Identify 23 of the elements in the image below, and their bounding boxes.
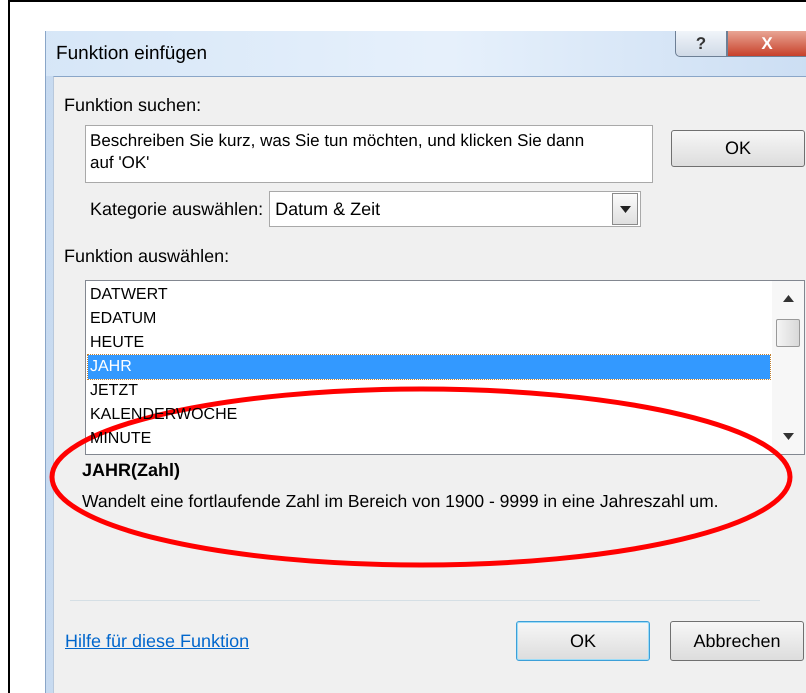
scrollbar[interactable] bbox=[772, 281, 804, 454]
scroll-thumb[interactable] bbox=[776, 318, 800, 346]
function-list-item[interactable]: JETZT bbox=[88, 379, 770, 403]
category-label: Kategorie auswählen: bbox=[90, 198, 264, 220]
search-label: Funktion suchen: bbox=[64, 95, 202, 116]
search-field[interactable]: Beschreiben Sie kurz, was Sie tun möchten, und klicken Sie dann auf 'OK' bbox=[85, 125, 653, 183]
function-list-item[interactable]: HEUTE bbox=[88, 331, 770, 355]
function-signature: JAHR(Zahl) bbox=[82, 460, 180, 481]
window-title: Funktion einfügen bbox=[56, 42, 208, 64]
scroll-down-icon[interactable] bbox=[782, 433, 794, 440]
category-dropdown[interactable]: Datum & Zeit bbox=[269, 191, 642, 227]
function-list-item[interactable]: DATWERT bbox=[88, 283, 770, 307]
ok-button[interactable]: OK bbox=[671, 130, 805, 167]
function-list-item[interactable]: EDATUM bbox=[88, 307, 770, 331]
help-link[interactable]: Hilfe für diese Funktion bbox=[65, 630, 250, 652]
help-button[interactable]: ? bbox=[675, 31, 727, 57]
function-list-label: Funktion auswählen: bbox=[64, 246, 230, 267]
dropdown-arrow-icon bbox=[620, 206, 631, 212]
scroll-up-icon[interactable] bbox=[782, 295, 794, 302]
function-description: Wandelt eine fortlaufende Zahl im Bereich von 1900 - 9999 in eine Jahreszahl um. bbox=[82, 491, 719, 512]
cancel-button[interactable]: Abbrechen bbox=[670, 621, 804, 661]
function-list-item[interactable]: MINUTE bbox=[88, 427, 770, 451]
ok-button[interactable]: OK bbox=[516, 621, 650, 661]
